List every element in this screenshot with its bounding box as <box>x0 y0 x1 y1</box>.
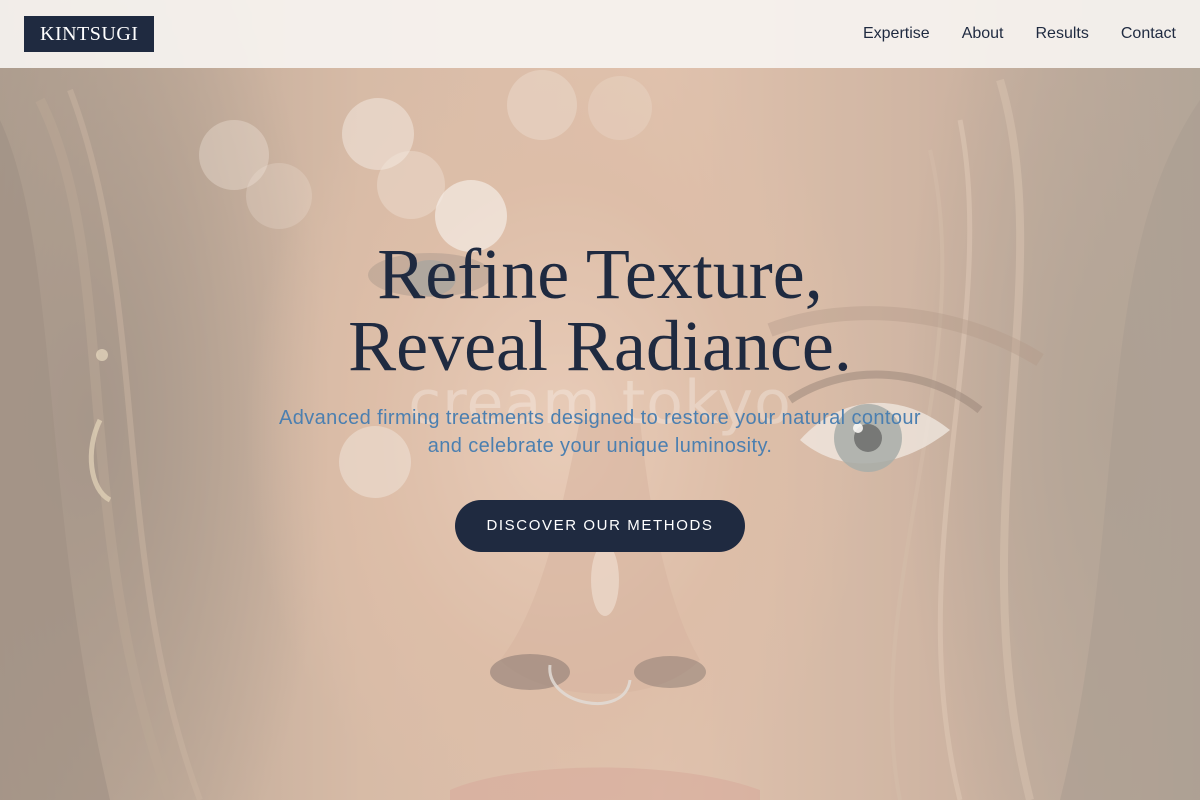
brand-logo[interactable]: KINTSUGI <box>24 16 155 52</box>
main-nav: Expertise About Results Contact <box>863 25 1176 43</box>
hero-title: Refine Texture, Reveal Radiance. <box>0 238 1200 382</box>
hero-subtitle: Advanced firming treatments designed to … <box>260 404 940 460</box>
nav-link-results[interactable]: Results <box>1036 25 1089 43</box>
nav-link-about[interactable]: About <box>962 25 1004 43</box>
hero-section: Refine Texture, Reveal Radiance. Advance… <box>0 238 1200 552</box>
hero-subtitle-line-1: Advanced firming treatments designed to … <box>279 407 921 429</box>
hero-subtitle-line-2: and celebrate your unique luminosity. <box>427 435 773 457</box>
discover-methods-button[interactable]: DISCOVER OUR METHODS <box>455 500 745 552</box>
nav-link-expertise[interactable]: Expertise <box>863 25 930 43</box>
hero-title-line-1: Refine Texture, <box>377 234 823 314</box>
nav-link-contact[interactable]: Contact <box>1121 25 1176 43</box>
site-header: KINTSUGI Expertise About Results Contact <box>0 0 1200 68</box>
hero-title-line-2: Reveal Radiance. <box>348 306 852 386</box>
